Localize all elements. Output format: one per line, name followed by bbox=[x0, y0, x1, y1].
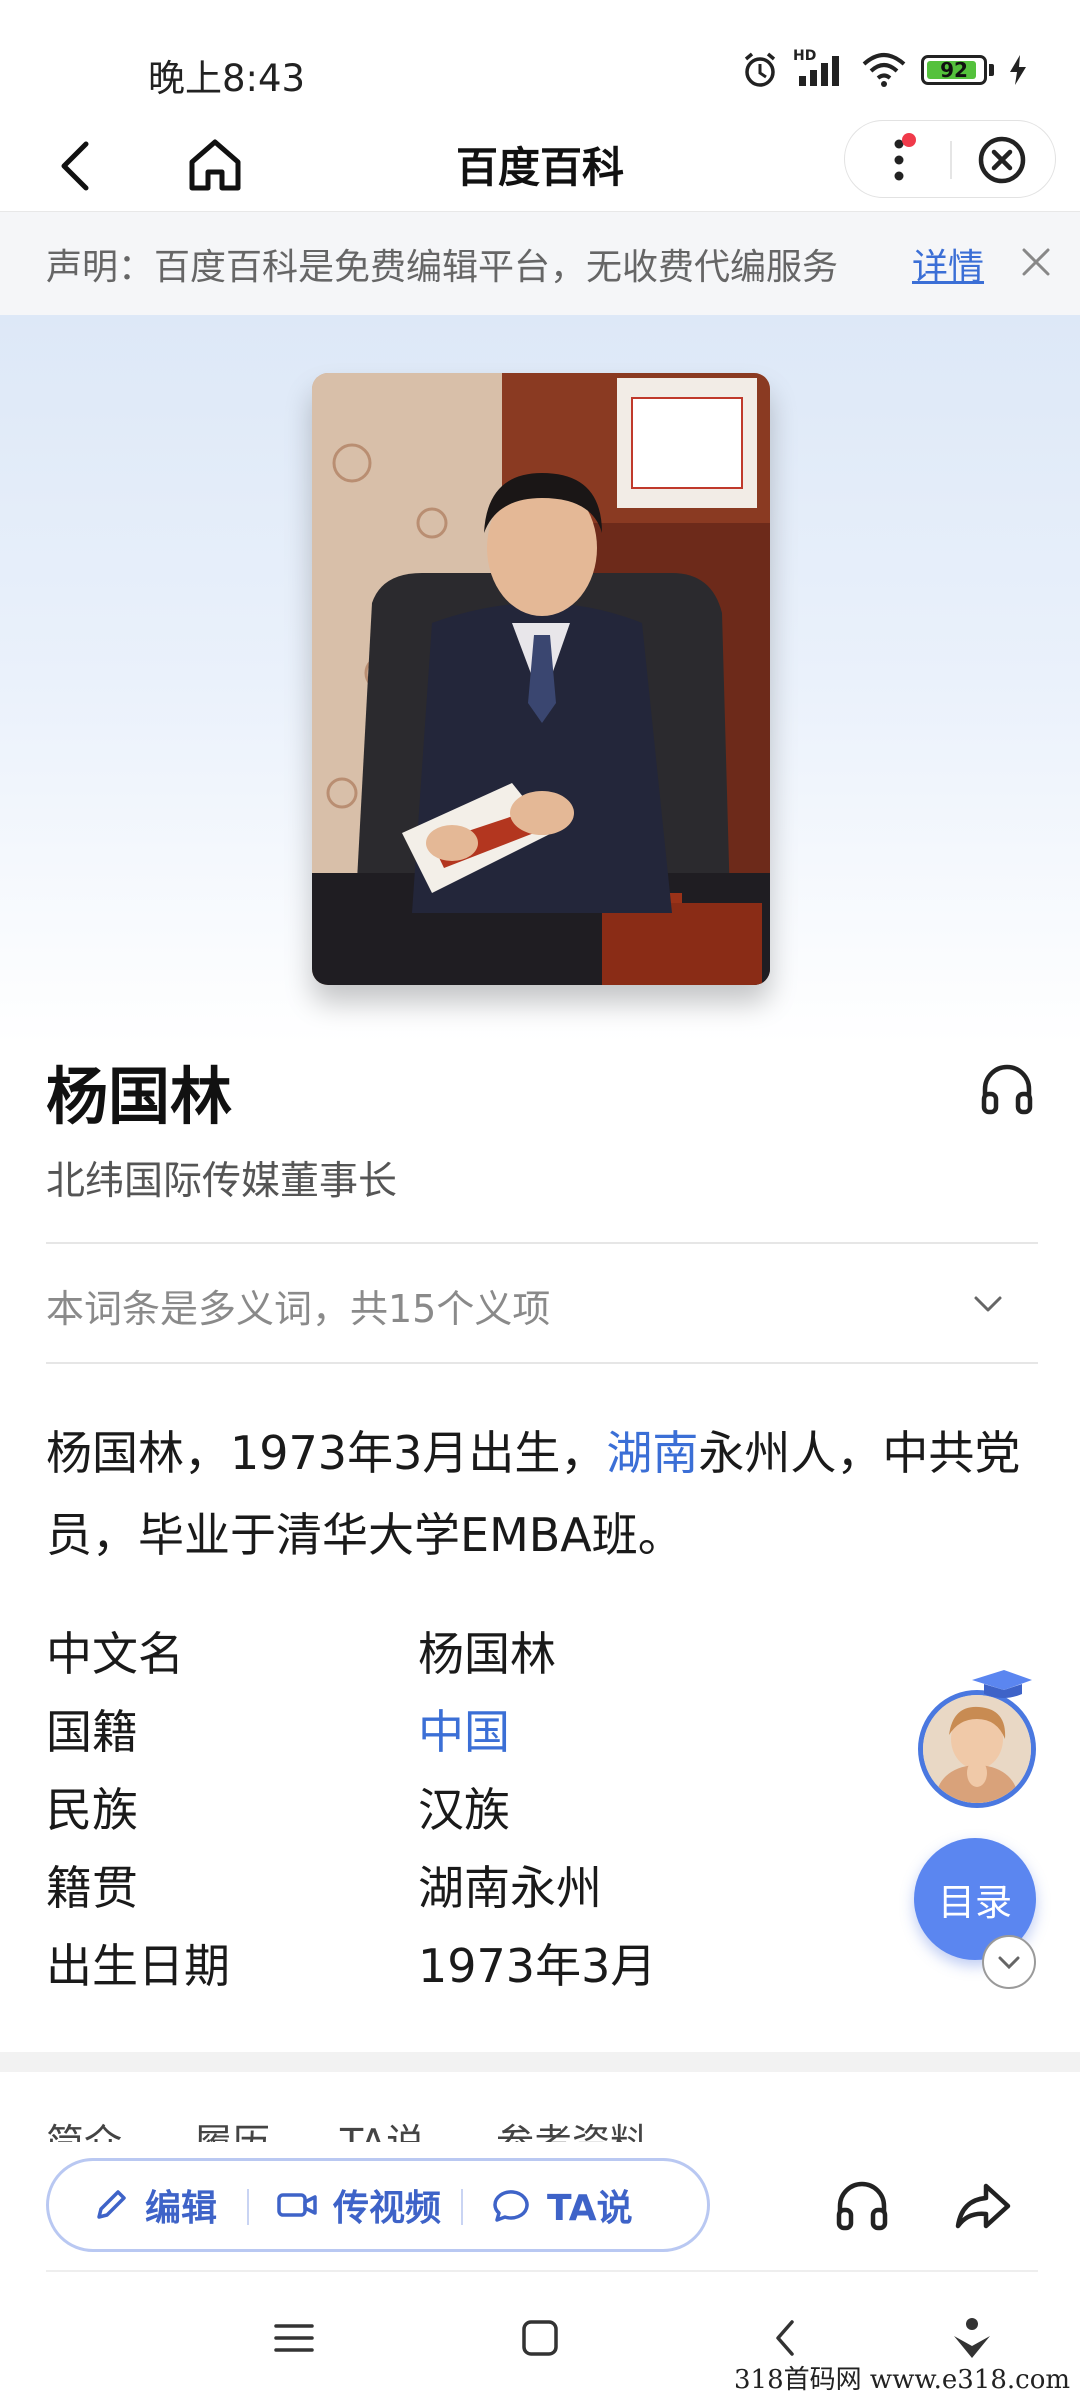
edit-label: 编辑 bbox=[145, 2188, 218, 2229]
more-dots-icon bbox=[894, 133, 916, 181]
home-button[interactable] bbox=[180, 130, 250, 200]
infobox-value: 1973年3月 bbox=[418, 1939, 657, 1993]
graduation-cap-icon bbox=[972, 1670, 1032, 1698]
status-icons: HD 92 bbox=[741, 48, 1028, 92]
child-avatar-image bbox=[923, 1695, 1031, 1803]
listen-entry-button[interactable] bbox=[976, 1058, 1038, 1120]
close-mini-app-button[interactable] bbox=[967, 127, 1037, 193]
menu-lines-icon bbox=[274, 2324, 314, 2352]
headphones-icon bbox=[836, 2181, 888, 2231]
infobox-value-link[interactable]: 中国 bbox=[418, 1696, 510, 1762]
upload-video-label: 传视频 bbox=[333, 2188, 442, 2229]
tab-career[interactable]: 履历 bbox=[194, 2112, 270, 2142]
infobox-key: 民族 bbox=[46, 1783, 138, 1837]
battery-cap bbox=[989, 64, 994, 76]
chevron-down-icon bbox=[998, 1956, 1020, 1970]
share-button[interactable] bbox=[952, 2176, 1014, 2236]
upload-video-button[interactable]: 传视频 bbox=[275, 2161, 441, 2249]
alarm-icon bbox=[744, 52, 776, 87]
infobox-value: 汉族 bbox=[418, 1783, 510, 1837]
back-button[interactable] bbox=[48, 130, 108, 200]
charging-icon bbox=[1010, 55, 1026, 85]
disclaimer-text: 声明：百度百科是免费编辑平台，无收费代编服务 bbox=[46, 247, 839, 288]
video-camera-icon bbox=[277, 2193, 317, 2217]
polysemy-notice[interactable]: 本词条是多义词，共15个义项 bbox=[46, 1278, 550, 1333]
top-nav-bar: 百度百科 bbox=[0, 120, 1080, 212]
summary-link-hunan[interactable]: 湖南 bbox=[606, 1426, 698, 1480]
section-tabs: 简介 履历 TA说 参考资料 bbox=[0, 2072, 1080, 2142]
infobox-key: 出生日期 bbox=[46, 1939, 230, 1993]
ta-say-button[interactable]: TA说 bbox=[489, 2161, 633, 2249]
action-pill: 编辑 传视频 TA说 bbox=[46, 2158, 710, 2252]
edit-button[interactable]: 编辑 bbox=[91, 2161, 217, 2249]
more-options-button[interactable] bbox=[873, 127, 933, 193]
watermark-text: 318首码网 www.e318.com bbox=[734, 2365, 1070, 2395]
headphones-icon bbox=[981, 1064, 1033, 1115]
entry-subtitle: 北纬国际传媒董事长 bbox=[46, 1159, 398, 1204]
infobox-key: 中文名 bbox=[46, 1627, 184, 1681]
ta-say-label: TA说 bbox=[547, 2188, 633, 2229]
tab-references[interactable]: 参考资料 bbox=[496, 2112, 648, 2142]
battery-indicator: 92 bbox=[921, 55, 987, 85]
polysemy-expand-button[interactable] bbox=[968, 1284, 1008, 1324]
recent-apps-button[interactable] bbox=[264, 2308, 324, 2368]
infobox-value: 杨国林 bbox=[418, 1627, 556, 1681]
pencil-icon bbox=[97, 2190, 126, 2219]
summary-text: 杨国林，1973年3月出生， bbox=[46, 1426, 607, 1480]
tab-ta-say[interactable]: TA说 bbox=[340, 2112, 424, 2142]
square-icon bbox=[522, 2320, 558, 2356]
infobox-expand-button[interactable] bbox=[982, 1935, 1036, 1989]
status-time: 晚上8:43 bbox=[148, 57, 306, 100]
wifi-icon bbox=[862, 53, 906, 87]
disclaimer-banner: 声明：百度百科是免费编辑平台，无收费代编服务 详情 bbox=[0, 212, 1080, 315]
person-photo-illustration bbox=[312, 373, 770, 985]
close-circle-icon bbox=[978, 136, 1026, 184]
disclaimer-details-link[interactable]: 详情 bbox=[912, 238, 984, 290]
menu-capsule bbox=[844, 120, 1056, 198]
divider bbox=[46, 1362, 1038, 1364]
signal-icon: HD bbox=[793, 48, 847, 88]
chat-bubble-icon bbox=[493, 2190, 529, 2222]
section-separator bbox=[0, 2052, 1080, 2072]
system-navigation-bar: 318首码网 www.e318.com bbox=[0, 2272, 1080, 2400]
status-bar: 晚上8:43 HD 92 bbox=[0, 0, 1080, 120]
entry-title: 杨国林 bbox=[46, 1060, 233, 1133]
assistant-avatar-button[interactable] bbox=[918, 1690, 1036, 1808]
home-icon bbox=[189, 139, 241, 191]
close-icon bbox=[1022, 248, 1050, 276]
home-system-button[interactable] bbox=[510, 2308, 570, 2368]
dismiss-banner-button[interactable] bbox=[1016, 242, 1056, 282]
tab-intro[interactable]: 简介 bbox=[46, 2112, 122, 2142]
divider bbox=[46, 1242, 1038, 1244]
portrait-photo[interactable] bbox=[312, 373, 770, 985]
bottom-toolbar: 编辑 传视频 TA说 bbox=[0, 2142, 1080, 2272]
infobox-value: 湖南永州 bbox=[418, 1861, 602, 1915]
infobox-key: 籍贯 bbox=[46, 1861, 138, 1915]
share-arrow-icon bbox=[955, 2183, 1011, 2229]
listen-button[interactable] bbox=[832, 2176, 892, 2236]
infobox-key: 国籍 bbox=[46, 1705, 138, 1759]
back-arrow-icon bbox=[61, 141, 89, 191]
chevron-down-icon bbox=[974, 1296, 1002, 1312]
entry-summary: 杨国林，1973年3月出生，湖南永州人，中共党员，毕业于清华大学EMBA班。 bbox=[46, 1412, 1036, 1576]
